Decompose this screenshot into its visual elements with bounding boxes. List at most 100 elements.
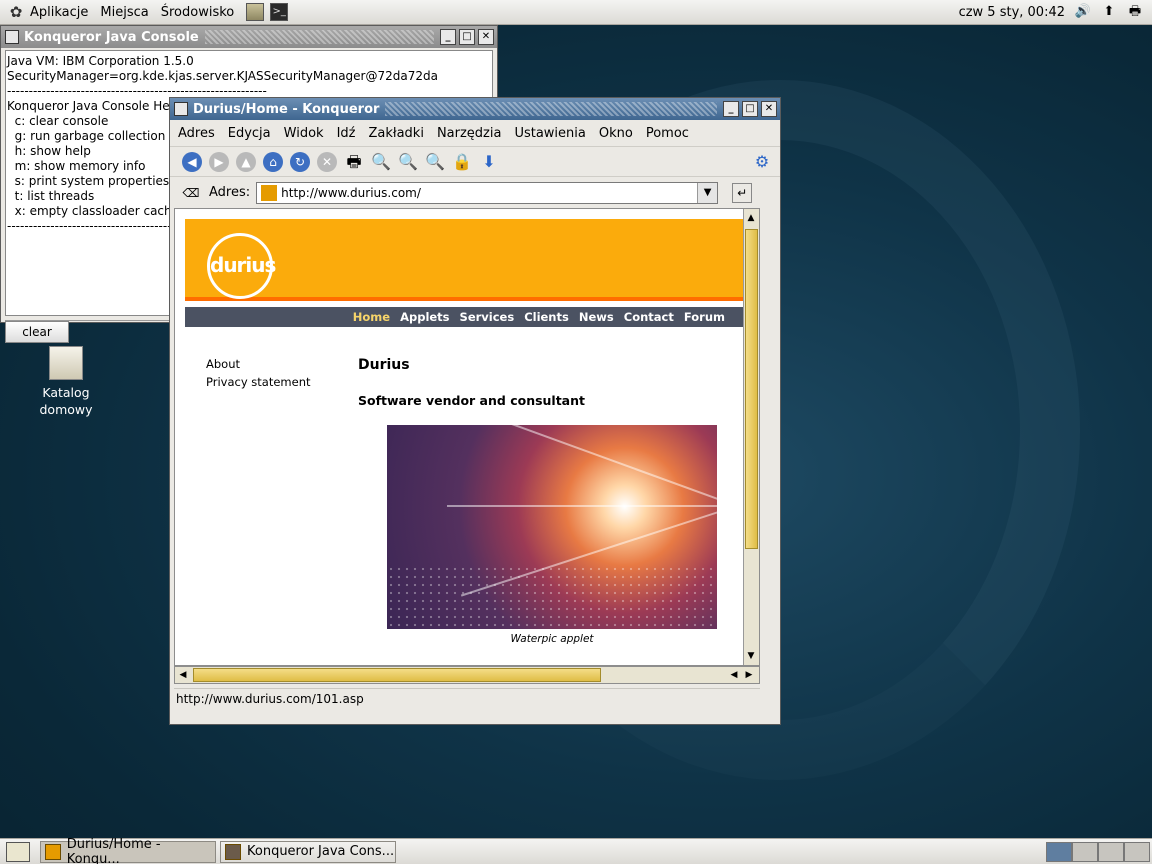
show-desktop-button[interactable]: [6, 841, 30, 862]
close-button[interactable]: ✕: [478, 29, 494, 45]
menu-applications[interactable]: Aplikacje: [30, 5, 88, 20]
back-arrow-icon[interactable]: ◀: [182, 151, 202, 172]
nav-services[interactable]: Services: [460, 310, 515, 324]
applet-light-ray: [464, 425, 717, 507]
scroll-up-arrow-icon[interactable]: ▲: [744, 211, 758, 225]
applet-light-ray: [447, 505, 717, 507]
menu-tools[interactable]: Narzędzia: [437, 126, 502, 141]
taskbar-item-label: Durius/Home - Konqu...: [66, 836, 161, 864]
browser-toolbar: ◀ ▶ ▲ ⌂ ↻ ✕ 🖶 🔍 🔍 🔍 🔒 ⬇ ⚙: [170, 146, 780, 176]
up-arrow-icon[interactable]: ▲: [236, 151, 256, 172]
notes-launcher-icon[interactable]: [246, 3, 265, 21]
kde-gear-icon[interactable]: ⚙: [750, 150, 774, 174]
scroll-left-arrow-icon[interactable]: ◀: [176, 668, 190, 682]
konqueror-titlebar[interactable]: Durius/Home - Konqueror _ □ ✕: [170, 98, 780, 120]
url-history-dropdown[interactable]: ▼: [697, 182, 718, 203]
menu-edit[interactable]: Edycja: [228, 126, 271, 141]
vertical-scrollbar[interactable]: ▲ ▼: [743, 209, 759, 665]
nav-applets[interactable]: Applets: [400, 310, 449, 324]
location-label: Adres:: [209, 185, 251, 200]
titlebar-grip: [385, 102, 717, 116]
scroll-down-arrow-icon[interactable]: ▼: [744, 649, 758, 663]
clear-location-icon[interactable]: ⌫: [182, 181, 200, 205]
forward-arrow-icon[interactable]: ▶: [209, 151, 229, 172]
update-notifier-icon[interactable]: ⬆: [1100, 3, 1118, 21]
menu-window[interactable]: Okno: [599, 126, 633, 141]
durius-logo[interactable]: durius: [207, 233, 276, 299]
menu-help[interactable]: Pomoc: [646, 126, 689, 141]
workspace-1[interactable]: [1046, 841, 1072, 862]
horizontal-scrollbar[interactable]: ◀ ◀ ▶: [174, 666, 760, 684]
menu-settings[interactable]: Ustawienia: [514, 126, 585, 141]
nav-news[interactable]: News: [579, 310, 614, 324]
workspace-4[interactable]: [1124, 841, 1150, 862]
scroll-right-arrow-icon[interactable]: ▶: [742, 668, 756, 682]
nav-clients[interactable]: Clients: [524, 310, 569, 324]
minimize-button[interactable]: _: [440, 29, 456, 45]
zoom-out-icon[interactable]: 🔍: [423, 150, 447, 174]
close-button[interactable]: ✕: [761, 101, 777, 117]
menu-bookmarks[interactable]: Zakładki: [368, 126, 423, 141]
workspace-2[interactable]: [1072, 841, 1098, 862]
applet-caption: Waterpic applet: [510, 633, 594, 645]
workspace-3[interactable]: [1098, 841, 1124, 862]
bottom-panel: Durius/Home - Konqu... Konqueror Java Co…: [0, 837, 1152, 864]
waterpic-applet[interactable]: [387, 425, 717, 629]
console-line: Java VM: IBM Corporation 1.5.0: [7, 54, 194, 68]
scroll-left-arrow-icon[interactable]: ◀: [727, 668, 741, 682]
home-icon[interactable]: ⌂: [263, 151, 283, 172]
menu-view[interactable]: Widok: [284, 126, 324, 141]
clear-button[interactable]: clear: [5, 321, 69, 343]
menu-location[interactable]: Adres: [178, 126, 215, 141]
horizontal-scroll-thumb[interactable]: [193, 668, 601, 682]
applet-dot-pattern: [387, 565, 717, 629]
console-line: SecurityManager=org.kde.kjas.server.KJAS…: [7, 69, 438, 83]
download-arrow-icon[interactable]: ⬇: [477, 150, 501, 174]
window-menu-icon[interactable]: [5, 30, 19, 44]
security-lock-icon[interactable]: 🔒: [450, 150, 474, 174]
nav-home[interactable]: Home: [353, 310, 390, 324]
location-bar: ⌫ Adres: http://www.durius.com/ ▼ ↵: [170, 176, 780, 208]
find-icon[interactable]: 🔍: [369, 150, 393, 174]
terminal-launcher-icon[interactable]: >_: [270, 3, 289, 21]
menu-places[interactable]: Miejsca: [100, 5, 148, 20]
site-nav: Home Applets Services Clients News Conta…: [185, 307, 759, 327]
minimize-button[interactable]: _: [723, 101, 739, 117]
print-icon[interactable]: 🖶: [342, 150, 366, 174]
nav-forum[interactable]: Forum: [684, 310, 725, 324]
side-links: About Privacy statement: [206, 355, 311, 391]
page-heading: Durius: [358, 357, 410, 373]
volume-icon[interactable]: 🔊: [1074, 3, 1092, 21]
vertical-scroll-thumb[interactable]: [745, 229, 758, 549]
stop-icon[interactable]: ✕: [317, 151, 337, 172]
panel-clock[interactable]: czw 5 sty, 00:42: [959, 5, 1065, 20]
zoom-in-icon[interactable]: 🔍: [396, 150, 420, 174]
menu-desktop[interactable]: Środowisko: [161, 5, 235, 20]
menu-go[interactable]: Idź: [337, 126, 356, 141]
gnome-foot-icon[interactable]: ✿: [7, 3, 25, 21]
konqueror-title: Durius/Home - Konqueror: [193, 101, 380, 117]
link-about[interactable]: About: [206, 355, 311, 373]
desktop-icon-label-1: Katalog: [42, 385, 90, 400]
java-task-icon: [225, 843, 241, 860]
printer-icon[interactable]: 🖶: [1126, 3, 1144, 21]
window-menu-icon[interactable]: [174, 102, 188, 116]
top-panel: ✿ Aplikacje Miejsca Środowisko >_ czw 5 …: [0, 0, 1152, 25]
home-folder-icon: [49, 346, 83, 380]
page-subheading: Software vendor and consultant: [358, 393, 585, 408]
maximize-button[interactable]: □: [742, 101, 758, 117]
reload-icon[interactable]: ↻: [290, 151, 310, 172]
site-favicon: [261, 184, 278, 201]
url-input[interactable]: http://www.durius.com/ ▼: [256, 181, 719, 204]
taskbar-item-java-console[interactable]: Konqueror Java Cons...: [220, 840, 396, 863]
taskbar-item-konqueror[interactable]: Durius/Home - Konqu...: [40, 837, 216, 864]
maximize-button[interactable]: □: [459, 29, 475, 45]
java-console-titlebar[interactable]: Konqueror Java Console _ □ ✕: [1, 26, 497, 48]
page-content: Durius Software vendor and consultant: [358, 357, 585, 408]
workspace-switcher: [1046, 841, 1150, 862]
page-viewport[interactable]: durius Home Applets Services Clients New…: [174, 208, 760, 666]
link-privacy[interactable]: Privacy statement: [206, 373, 311, 391]
desktop-icon-home-folder[interactable]: Katalog domowy: [26, 346, 106, 418]
nav-contact[interactable]: Contact: [624, 310, 674, 324]
go-enter-icon[interactable]: ↵: [732, 182, 753, 203]
